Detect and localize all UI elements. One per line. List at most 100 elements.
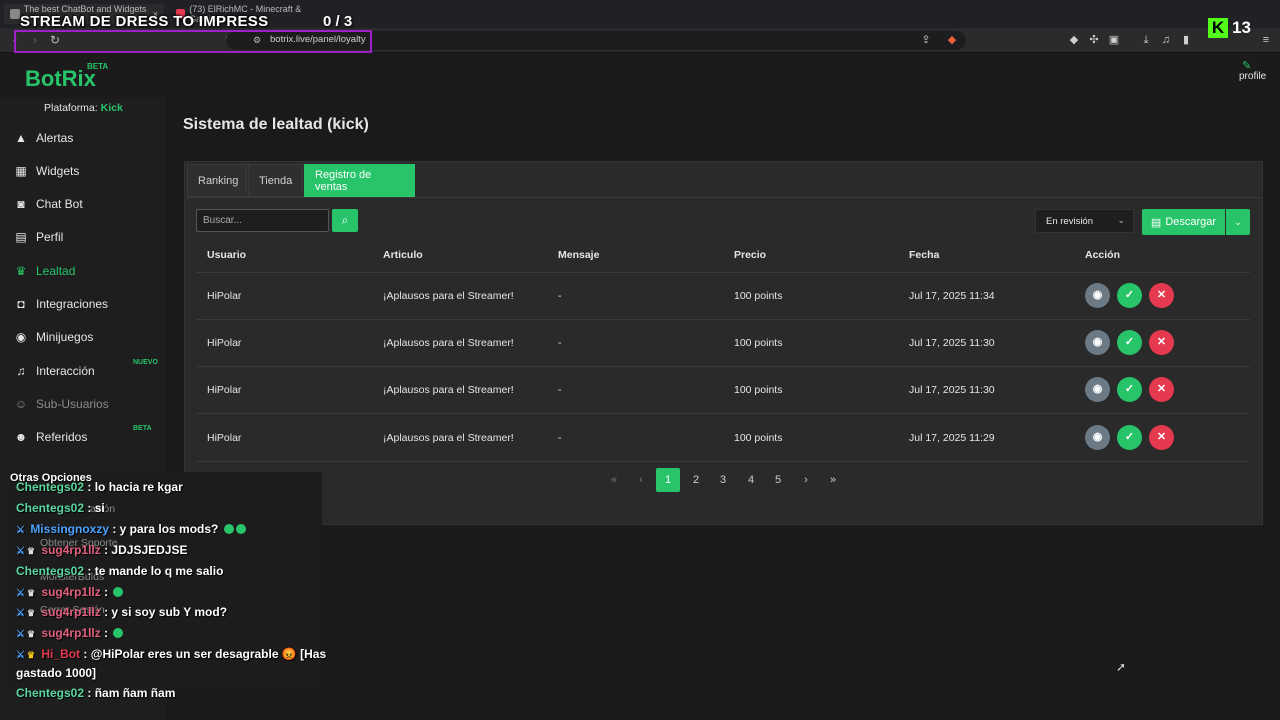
stream-counter: 0 / 3 bbox=[323, 13, 353, 30]
highlight-rectangle bbox=[14, 30, 372, 53]
chat-message: ⚔ ♛ sug4rp1llz : y si soy sub Y mod? bbox=[16, 605, 227, 619]
sidebar-item-label: Integraciones bbox=[36, 297, 109, 311]
view-button[interactable]: ◉ bbox=[1085, 377, 1110, 402]
table-divider bbox=[196, 461, 1250, 462]
close-icon: ✕ bbox=[1156, 336, 1167, 348]
view-button[interactable]: ◉ bbox=[1085, 330, 1110, 355]
approve-button[interactable]: ✓ bbox=[1117, 283, 1142, 308]
cell-date: Jul 17, 2025 11:34 bbox=[909, 290, 995, 302]
extension-icon[interactable]: ◆ bbox=[1068, 34, 1080, 46]
sidebar-item-lealtad[interactable]: ♛ Lealtad bbox=[0, 255, 166, 287]
cell-price: 100 points bbox=[734, 432, 783, 444]
kick-logo-icon: K bbox=[1208, 18, 1228, 38]
crown-badge-icon: ♛ bbox=[26, 608, 36, 618]
status-filter-value: En revisión bbox=[1046, 216, 1093, 227]
sword-badge-icon: ⚔ bbox=[16, 546, 25, 557]
tab-favicon-icon bbox=[10, 9, 20, 19]
chat-message: ⚔ ♛ sug4rp1llz : JDJSJEDJSE bbox=[16, 543, 187, 557]
sidebar-item-label: Minijuegos bbox=[36, 330, 94, 344]
chat-text: : y para los mods? bbox=[112, 522, 219, 536]
close-icon: ✕ bbox=[1156, 289, 1167, 301]
sidebar-item-chat-bot[interactable]: ◙ Chat Bot bbox=[0, 188, 166, 220]
profile-link[interactable]: profile bbox=[1239, 71, 1266, 82]
chat-text: : bbox=[104, 585, 109, 599]
platform-value: Kick bbox=[100, 102, 123, 114]
cell-item: ¡Aplausos para el Streamer! bbox=[383, 290, 514, 302]
sidebar-item-perfil[interactable]: ▤ Perfil bbox=[0, 221, 166, 253]
sidebar-item-minijuegos[interactable]: ◉ Minijuegos bbox=[0, 321, 166, 353]
page-button-1[interactable]: 1 bbox=[656, 468, 680, 492]
beta-tag: BETA bbox=[133, 425, 152, 432]
id-card-icon: ▤ bbox=[15, 230, 27, 244]
tab-ranking[interactable]: Ranking bbox=[187, 164, 247, 197]
share-icon[interactable]: ⇪ bbox=[920, 34, 932, 46]
status-filter-select[interactable]: En revisión ⌄ bbox=[1035, 209, 1134, 233]
page-button-3[interactable]: 3 bbox=[711, 468, 735, 492]
chat-message: ⚔ ♛ Hi_Bot : @HiPolar eres un ser desagra… bbox=[16, 647, 326, 661]
approve-button[interactable]: ✓ bbox=[1117, 425, 1142, 450]
reject-button[interactable]: ✕ bbox=[1149, 330, 1174, 355]
chat-message: ⚔ ♛ sug4rp1llz : bbox=[16, 585, 124, 599]
column-header-mensaje: Mensaje bbox=[558, 249, 600, 261]
search-button[interactable]: ⌕ bbox=[332, 209, 358, 232]
tab-registro-de-ventas[interactable]: Registro de ventas bbox=[304, 164, 415, 197]
page-button-2[interactable]: 2 bbox=[684, 468, 708, 492]
cell-message: - bbox=[558, 337, 562, 349]
sidebar-item-alertas[interactable]: ▲ Alertas bbox=[0, 122, 166, 154]
chat-text: : @HiPolar eres un ser desagrable 😡 [Has bbox=[83, 647, 327, 661]
table-divider bbox=[196, 319, 1250, 320]
tab-search-icon[interactable]: ▣ bbox=[1108, 34, 1120, 46]
approve-button[interactable]: ✓ bbox=[1117, 377, 1142, 402]
reject-button[interactable]: ✕ bbox=[1149, 425, 1174, 450]
download-icon[interactable]: ⤓ bbox=[1140, 34, 1152, 46]
chat-message: Chentegs02 : si bbox=[16, 501, 105, 515]
sidebar-item-integraciones[interactable]: ◘ Integraciones bbox=[0, 288, 166, 320]
search-icon: ⌕ bbox=[341, 213, 349, 227]
approve-button[interactable]: ✓ bbox=[1117, 330, 1142, 355]
botrix-logo[interactable]: BotRix bbox=[25, 66, 96, 92]
grid-icon: ▦ bbox=[15, 164, 27, 178]
view-button[interactable]: ◉ bbox=[1085, 283, 1110, 308]
cell-message: - bbox=[558, 290, 562, 302]
column-header-articulo: Articulo bbox=[383, 249, 423, 261]
chat-username: Chentegs02 bbox=[16, 501, 85, 515]
app-header bbox=[0, 54, 1280, 98]
column-header-precio: Precio bbox=[734, 249, 767, 261]
referral-icon: ☻ bbox=[14, 430, 28, 444]
sidebar-toggle-icon[interactable]: ▮ bbox=[1180, 34, 1192, 46]
cell-user: HiPolar bbox=[207, 337, 242, 349]
media-icon[interactable]: ♫ bbox=[1160, 34, 1172, 46]
sword-badge-icon: ⚔ bbox=[16, 608, 25, 619]
emote-icon bbox=[223, 524, 234, 534]
sidebar-item-label: Interacción bbox=[36, 364, 95, 378]
check-icon: ✓ bbox=[1124, 383, 1135, 395]
page-button-5[interactable]: 5 bbox=[766, 468, 790, 492]
sidebar-item-sub-usuarios[interactable]: ☺ Sub-Usuarios bbox=[0, 388, 166, 420]
download-dropdown-toggle[interactable]: ⌄ bbox=[1226, 209, 1250, 235]
sidebar-item-interaccion[interactable]: ♫ Interacción NUEVO bbox=[0, 355, 166, 387]
page-button-4[interactable]: 4 bbox=[739, 468, 763, 492]
eye-icon: ◉ bbox=[1092, 431, 1103, 443]
search-input[interactable] bbox=[196, 209, 329, 232]
cell-price: 100 points bbox=[734, 337, 783, 349]
chat-username: Missingnoxzy bbox=[30, 522, 109, 536]
download-button[interactable]: ▤ Descargar bbox=[1142, 209, 1225, 235]
kick-viewer-count: 13 bbox=[1232, 18, 1251, 37]
menu-icon[interactable]: ≡ bbox=[1260, 34, 1272, 46]
next-page-button[interactable]: › bbox=[794, 468, 818, 492]
reject-button[interactable]: ✕ bbox=[1149, 283, 1174, 308]
cell-item: ¡Aplausos para el Streamer! bbox=[383, 384, 514, 396]
view-button[interactable]: ◉ bbox=[1085, 425, 1110, 450]
chat-username: Chentegs02 bbox=[16, 686, 85, 700]
brave-shield-icon[interactable]: ◆ bbox=[946, 34, 958, 46]
last-page-button[interactable]: » bbox=[821, 468, 845, 492]
first-page-button[interactable]: « bbox=[602, 468, 626, 492]
reject-button[interactable]: ✕ bbox=[1149, 377, 1174, 402]
sidebar-item-referidos[interactable]: ☻ Referidos BETA bbox=[0, 421, 166, 453]
chat-text: : te mande lo q me salio bbox=[87, 564, 224, 578]
puzzle-icon[interactable]: ✣ bbox=[1088, 34, 1100, 46]
sidebar-item-widgets[interactable]: ▦ Widgets bbox=[0, 155, 166, 187]
tab-tienda[interactable]: Tienda bbox=[248, 164, 303, 197]
prev-page-button[interactable]: ‹ bbox=[629, 468, 653, 492]
chevron-down-icon: ⌄ bbox=[1234, 217, 1242, 227]
